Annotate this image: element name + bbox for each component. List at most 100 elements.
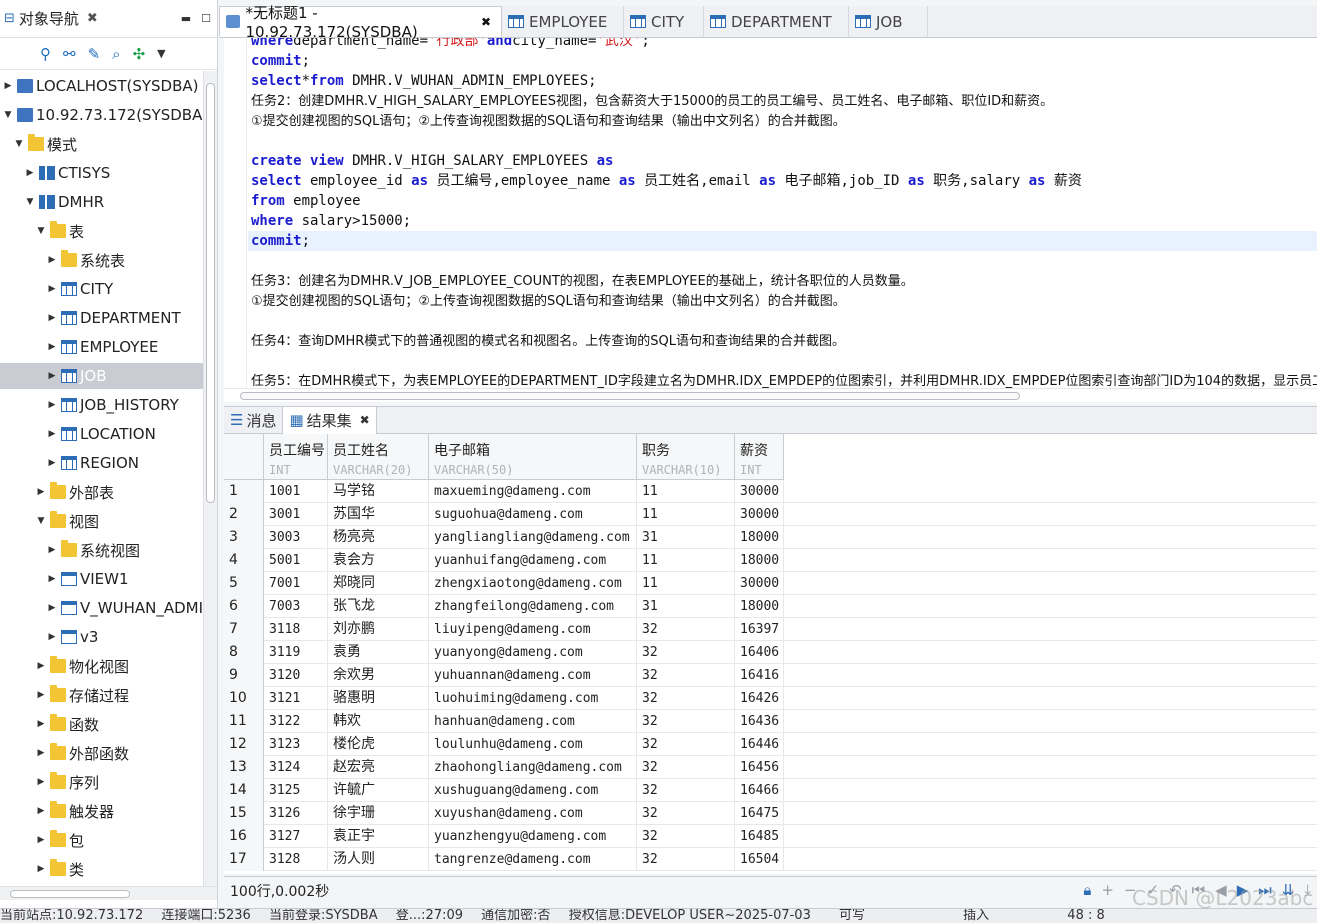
table-row[interactable]: 6 7003 张飞龙 zhangfeilong@dameng.com 31 18000 — [224, 595, 1317, 618]
table-cell[interactable]: 30000 — [735, 480, 784, 503]
table-row[interactable]: 11 3122 韩欢 hanhuan@dameng.com 32 16436 — [224, 710, 1317, 733]
expand-arrow-icon[interactable]: ▶ — [35, 487, 47, 497]
tree-node[interactable]: ▶ 类 — [35, 856, 84, 882]
table-cell[interactable]: 袁勇 — [328, 641, 429, 664]
editor-horizontal-scrollbar[interactable] — [224, 388, 1317, 402]
expand-arrow-icon[interactable]: ▼ — [2, 110, 14, 120]
expand-arrow-icon[interactable]: ▶ — [35, 719, 47, 729]
table-cell[interactable]: 18000 — [735, 526, 784, 549]
table-cell[interactable]: 32 — [637, 710, 735, 733]
table-cell[interactable]: 韩欢 — [328, 710, 429, 733]
table-row[interactable]: 13 3124 赵宏亮 zhaohongliang@dameng.com 32 16456 — [224, 756, 1317, 779]
tree-node[interactable]: ▶ 触发器 — [35, 798, 114, 824]
table-cell[interactable]: suguohua@dameng.com — [429, 503, 637, 526]
table-row[interactable]: 9 3120 余欢男 yuhuannan@dameng.com 32 16416 — [224, 664, 1317, 687]
navigator-close-icon[interactable]: ✖ — [87, 11, 98, 26]
table-cell[interactable]: yuanzhengyu@dameng.com — [429, 825, 637, 848]
tree-node[interactable]: ▶ 序列 — [35, 769, 99, 795]
table-cell[interactable]: 16436 — [735, 710, 784, 733]
table-cell[interactable]: 3125 — [264, 779, 328, 802]
table-cell[interactable]: 3122 — [264, 710, 328, 733]
table-cell[interactable]: yuanhuifang@dameng.com — [429, 549, 637, 572]
tree-node[interactable]: ▼ 10.92.73.172(SYSDBA) — [2, 102, 203, 128]
table-cell[interactable]: 汤人则 — [328, 848, 429, 871]
tab-department[interactable]: DEPARTMENT — [704, 6, 849, 37]
tree-node[interactable]: ▶ DEPARTMENT — [46, 305, 181, 331]
table-cell[interactable]: hanhuan@dameng.com — [429, 710, 637, 733]
table-cell[interactable]: 16466 — [735, 779, 784, 802]
expand-arrow-icon[interactable]: ▶ — [35, 748, 47, 758]
expand-arrow-icon[interactable]: ▼ — [13, 139, 25, 149]
expand-arrow-icon[interactable]: ▶ — [46, 284, 58, 294]
table-cell[interactable]: 32 — [637, 779, 735, 802]
tree-node[interactable]: ▶ 函数 — [35, 711, 99, 737]
expand-arrow-icon[interactable]: ▶ — [46, 342, 58, 352]
expand-arrow-icon[interactable]: ▶ — [46, 603, 58, 613]
table-cell[interactable]: 16475 — [735, 802, 784, 825]
expand-arrow-icon[interactable]: ▶ — [35, 690, 47, 700]
table-cell[interactable]: 16416 — [735, 664, 784, 687]
expand-arrow-icon[interactable]: ▶ — [46, 574, 58, 584]
table-cell[interactable]: 16485 — [735, 825, 784, 848]
table-row[interactable]: 5 7001 郑晓同 zhengxiaotong@dameng.com 11 30000 — [224, 572, 1317, 595]
table-cell[interactable]: 马学铭 — [328, 480, 429, 503]
table-cell[interactable]: 7003 — [264, 595, 328, 618]
minimize-icon[interactable]: ▬ — [181, 12, 191, 25]
tree-node[interactable]: ▼ 视图 — [35, 508, 99, 534]
tree-node[interactable]: ▶ 系统视图 — [46, 537, 140, 563]
table-cell[interactable]: 5001 — [264, 549, 328, 572]
expand-arrow-icon[interactable]: ▶ — [2, 81, 14, 91]
table-cell[interactable]: 3118 — [264, 618, 328, 641]
expand-arrow-icon[interactable]: ▶ — [46, 255, 58, 265]
tree-node[interactable]: ▶ JOB — [0, 363, 203, 389]
table-cell[interactable]: xushuguang@dameng.com — [429, 779, 637, 802]
expand-arrow-icon[interactable]: ▶ — [24, 168, 36, 178]
add-row-icon[interactable]: + — [1101, 881, 1114, 899]
table-row[interactable]: 12 3123 楼伦虎 loulunhu@dameng.com 32 16446 — [224, 733, 1317, 756]
tree-vertical-scrollbar[interactable] — [203, 71, 217, 886]
table-cell[interactable]: 3126 — [264, 802, 328, 825]
connect-icon[interactable]: ⚲ — [40, 45, 51, 63]
table-cell[interactable]: xuyushan@dameng.com — [429, 802, 637, 825]
table-row[interactable]: 15 3126 徐宇珊 xuyushan@dameng.com 32 16475 — [224, 802, 1317, 825]
table-cell[interactable]: maxueming@dameng.com — [429, 480, 637, 503]
tree-node[interactable]: ▶ 包 — [35, 827, 84, 853]
tree-node[interactable]: ▶ REGION — [46, 450, 139, 476]
table-cell[interactable]: 18000 — [735, 549, 784, 572]
table-cell[interactable]: loulunhu@dameng.com — [429, 733, 637, 756]
tab-sql-editor[interactable]: *无标题1 - 10.92.73.172(SYSDBA) ✖ — [219, 4, 502, 41]
tree-node[interactable]: ▶ CITY — [46, 276, 114, 302]
table-row[interactable]: 2 3001 苏国华 suguohua@dameng.com 11 30000 — [224, 503, 1317, 526]
tab-employee[interactable]: EMPLOYEE — [502, 6, 624, 37]
tab-city[interactable]: CITY — [624, 6, 704, 37]
table-cell[interactable]: 32 — [637, 756, 735, 779]
table-cell[interactable]: 32 — [637, 733, 735, 756]
table-cell[interactable]: 张飞龙 — [328, 595, 429, 618]
table-cell[interactable]: 32 — [637, 618, 735, 641]
table-cell[interactable]: 苏国华 — [328, 503, 429, 526]
table-cell[interactable]: 32 — [637, 825, 735, 848]
table-cell[interactable]: 16456 — [735, 756, 784, 779]
view-menu-chevron-icon[interactable]: ▼ — [157, 47, 165, 60]
tree-node[interactable]: ▶ LOCATION — [46, 421, 156, 447]
table-cell[interactable]: 32 — [637, 664, 735, 687]
table-cell[interactable]: yangliangliang@dameng.com — [429, 526, 637, 549]
table-cell[interactable]: liuyipeng@dameng.com — [429, 618, 637, 641]
table-cell[interactable]: 18000 — [735, 595, 784, 618]
maximize-icon[interactable]: ☐ — [201, 12, 211, 25]
table-cell[interactable]: 16426 — [735, 687, 784, 710]
tree-node[interactable]: ▶ 系统表 — [46, 247, 125, 273]
table-cell[interactable]: 32 — [637, 641, 735, 664]
expand-arrow-icon[interactable]: ▶ — [46, 371, 58, 381]
tree-node[interactable]: ▶ 物化视图 — [35, 653, 129, 679]
table-cell[interactable]: 许毓广 — [328, 779, 429, 802]
table-row[interactable]: 8 3119 袁勇 yuanyong@dameng.com 32 16406 — [224, 641, 1317, 664]
expand-arrow-icon[interactable]: ▶ — [46, 632, 58, 642]
table-row[interactable]: 10 3121 骆惠明 luohuiming@dameng.com 32 16426 — [224, 687, 1317, 710]
table-row[interactable]: 17 3128 汤人则 tangrenze@dameng.com 32 16504 — [224, 848, 1317, 871]
table-cell[interactable]: zhangfeilong@dameng.com — [429, 595, 637, 618]
tree-node[interactable]: ▶ 外部函数 — [35, 740, 129, 766]
search-icon[interactable]: ⌕ — [112, 45, 120, 63]
expand-arrow-icon[interactable]: ▼ — [24, 197, 36, 207]
table-cell[interactable]: 32 — [637, 848, 735, 871]
